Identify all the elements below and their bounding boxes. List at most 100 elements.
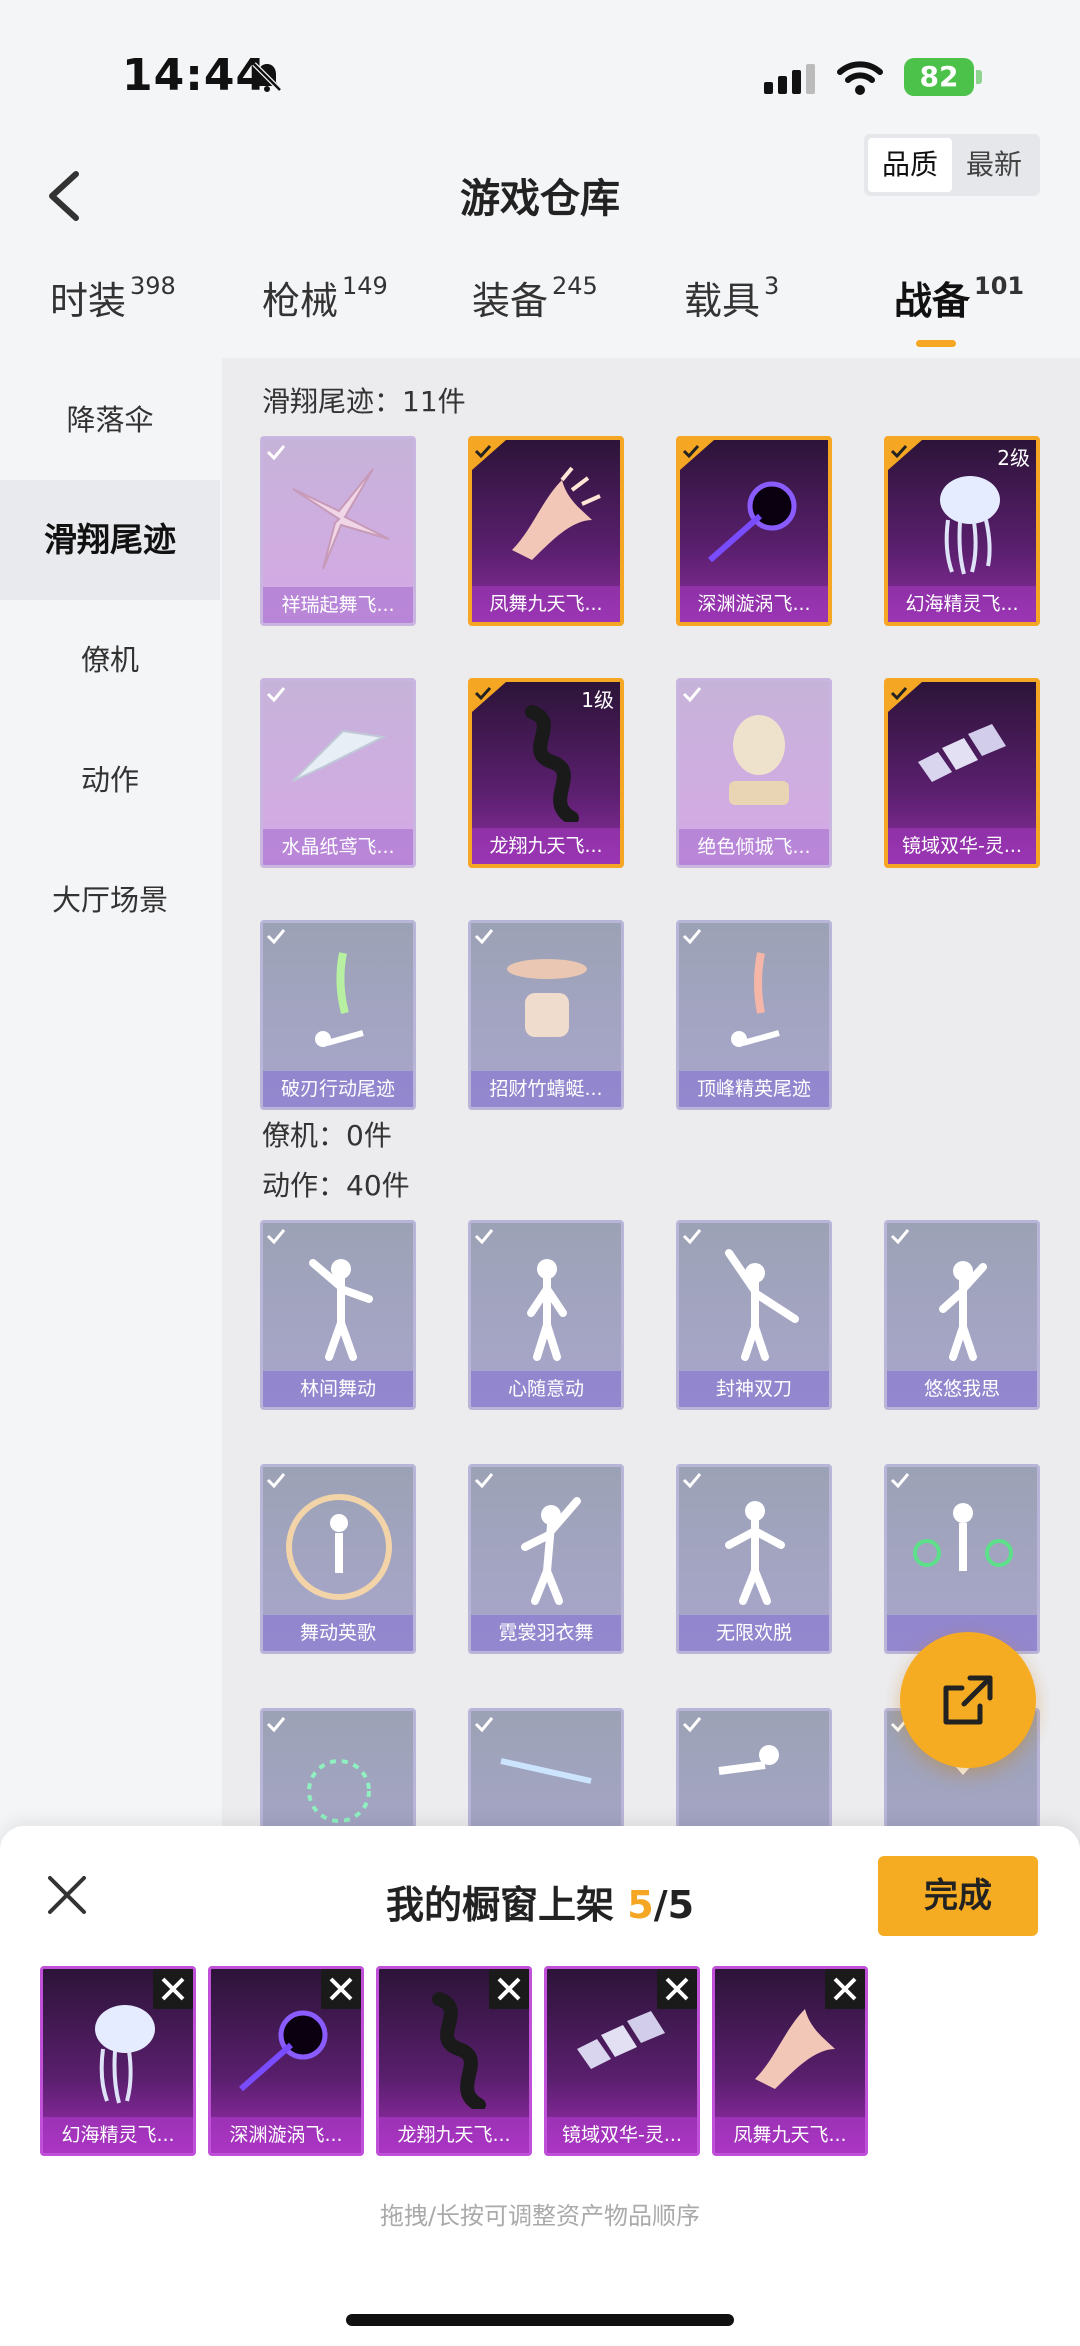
- item-card[interactable]: 2级 幻海精灵飞...: [884, 436, 1040, 626]
- wifi-icon: [837, 61, 883, 95]
- share-fab[interactable]: [900, 1632, 1036, 1768]
- dance-pose-art: [309, 1259, 373, 1361]
- remove-icon[interactable]: [489, 1969, 529, 2009]
- tab-count: 245: [552, 272, 598, 300]
- bamboo-dragonfly-art: [507, 959, 587, 1037]
- money-pose-art: [913, 1503, 1013, 1571]
- item-card[interactable]: 林间舞动: [260, 1220, 416, 1410]
- showcase-slot[interactable]: 龙翔九天飞...: [376, 1966, 532, 2156]
- active-tab-indicator: [916, 340, 956, 347]
- tab-count: 3: [764, 272, 780, 300]
- item-card[interactable]: 心随意动: [468, 1220, 624, 1410]
- item-card[interactable]: 1级 龙翔九天飞...: [468, 678, 624, 868]
- tab-label: 载具: [684, 279, 761, 323]
- tab-equipment[interactable]: 装备 245: [472, 270, 598, 325]
- tab-label: 枪械: [262, 279, 339, 323]
- beauty-art: [729, 715, 789, 805]
- item-name: 顶峰精英尾迹: [679, 1071, 829, 1107]
- section-label-wingman: 僚机：0件: [262, 1119, 392, 1152]
- remove-icon[interactable]: [153, 1969, 193, 2009]
- remove-icon[interactable]: [657, 1969, 697, 2009]
- slot-name: 幻海精灵飞...: [43, 2117, 193, 2153]
- sort-newest-button[interactable]: 最新: [952, 138, 1036, 192]
- sidebar-item-lobby-scene[interactable]: 大厅场景: [0, 840, 220, 960]
- section-label-glide: 滑翔尾迹：11件: [262, 385, 466, 418]
- dance-pose-art: [521, 1497, 581, 1605]
- tab-count: 101: [974, 272, 1025, 300]
- sort-hint: 拖拽/长按可调整资产物品顺序: [379, 2202, 701, 2230]
- item-card[interactable]: 霓裳羽衣舞: [468, 1464, 624, 1654]
- item-name: 深渊漩涡飞...: [680, 586, 828, 622]
- item-name: 凤舞九天飞...: [472, 586, 620, 622]
- jellyfish-art: [940, 476, 1000, 575]
- done-button[interactable]: 完成: [878, 1856, 1038, 1936]
- sidebar-item-parachute[interactable]: 降落伞: [0, 360, 220, 480]
- sidebar: 降落伞 滑翔尾迹 僚机 动作 大厅场景: [0, 360, 220, 1920]
- figure-trail-art: [731, 952, 780, 1047]
- item-card[interactable]: 镜域双华-灵...: [884, 678, 1040, 868]
- category-tabs: 时装 398 枪械 149 装备 245 载具 3 战备 101: [0, 270, 1080, 350]
- item-card[interactable]: 悠悠我思: [884, 1220, 1040, 1410]
- tab-gear[interactable]: 战备 101: [894, 270, 1024, 325]
- showcase-slot[interactable]: 幻海精灵飞...: [40, 1966, 196, 2156]
- sidebar-item-glide-trail[interactable]: 滑翔尾迹: [0, 480, 220, 600]
- crystal-art: [918, 724, 1006, 782]
- glide-trail-art: [292, 468, 390, 570]
- tab-vehicles[interactable]: 载具 3: [684, 270, 779, 325]
- tab-label: 战备: [894, 279, 971, 323]
- tab-count: 398: [130, 272, 176, 300]
- item-card[interactable]: 深渊漩涡飞...: [676, 436, 832, 626]
- item-card[interactable]: 破刃行动尾迹: [260, 920, 416, 1110]
- item-card[interactable]: 顶峰精英尾迹: [676, 920, 832, 1110]
- tab-label: 时装: [50, 279, 127, 323]
- item-name: 水晶纸鸢飞...: [263, 829, 413, 865]
- sort-quality-button[interactable]: 品质: [868, 138, 952, 192]
- item-name: 招财竹蜻蜓...: [471, 1071, 621, 1107]
- tab-count: 149: [342, 272, 388, 300]
- bubble-pose-art: [286, 1494, 392, 1600]
- sort-toggle: 品质 最新: [864, 134, 1040, 196]
- item-name: 龙翔九天飞...: [472, 828, 620, 864]
- remove-icon[interactable]: [321, 1969, 361, 2009]
- showcase-sheet: 我的橱窗上架 5/5 完成 幻海精灵飞... 深渊漩涡飞... 龙翔九天飞...…: [0, 1826, 1080, 2346]
- battery-tip: [976, 70, 982, 84]
- tab-fashion[interactable]: 时装 398: [50, 270, 176, 325]
- item-card[interactable]: 祥瑞起舞飞...: [260, 436, 416, 626]
- dance-pose-art: [527, 1259, 567, 1361]
- dragon-art: [525, 705, 579, 822]
- glide-trail-art: [512, 466, 601, 560]
- item-card[interactable]: 招财竹蜻蜓...: [468, 920, 624, 1110]
- item-card[interactable]: 绝色倾城飞...: [676, 678, 832, 868]
- sidebar-item-wingman[interactable]: 僚机: [0, 600, 220, 720]
- remove-icon[interactable]: [825, 1969, 865, 2009]
- showcase-slot[interactable]: 凤舞九天飞...: [712, 1966, 868, 2156]
- item-name: 封神双刀: [679, 1371, 829, 1407]
- signal-icon: [764, 64, 815, 94]
- status-time: 14:44: [122, 50, 268, 101]
- item-name: 林间舞动: [263, 1371, 413, 1407]
- sidebar-item-emotes[interactable]: 动作: [0, 720, 220, 840]
- battery-indicator: 82: [904, 58, 974, 96]
- sheet-count: 5: [627, 1883, 654, 1927]
- item-name: 幻海精灵飞...: [888, 586, 1036, 622]
- item-card[interactable]: 凤舞九天飞...: [468, 436, 624, 626]
- item-card[interactable]: 封神双刀: [676, 1220, 832, 1410]
- home-indicator: [346, 2314, 734, 2326]
- item-card[interactable]: 无限欢脱: [676, 1464, 832, 1654]
- item-name: 祥瑞起舞飞...: [263, 587, 413, 623]
- slot-name: 龙翔九天飞...: [379, 2117, 529, 2153]
- status-bar: 14:44 82: [0, 0, 1080, 150]
- showcase-slot[interactable]: 深渊漩涡飞...: [208, 1966, 364, 2156]
- glide-trail-art: [708, 481, 797, 563]
- sheet-title-text: 我的橱窗上架: [385, 1883, 614, 1927]
- item-name: 悠悠我思: [887, 1371, 1037, 1407]
- item-card[interactable]: 水晶纸鸢飞...: [260, 678, 416, 868]
- dance-pose-art: [939, 1261, 987, 1361]
- showcase-slot[interactable]: 镜域双华-灵...: [544, 1966, 700, 2156]
- item-card[interactable]: 舞动英歌: [260, 1464, 416, 1654]
- item-card[interactable]: [884, 1464, 1040, 1654]
- tab-weapons[interactable]: 枪械 149: [262, 270, 388, 325]
- dance-pose-art: [725, 1501, 785, 1605]
- item-name: 绝色倾城飞...: [679, 829, 829, 865]
- item-name: 舞动英歌: [263, 1615, 413, 1651]
